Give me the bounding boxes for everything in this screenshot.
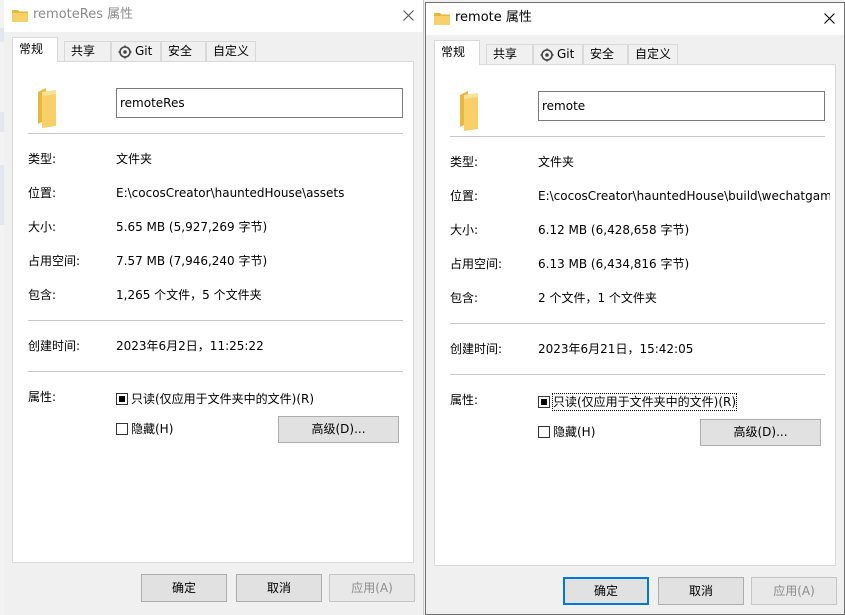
divider [450, 374, 825, 375]
disk-size-label: 占用空间: [450, 257, 503, 271]
tab-security[interactable]: 安全 [583, 44, 628, 65]
general-panel: remote 类型: 文件夹 位置: E:\cocosCreator\haunt… [434, 64, 836, 566]
window-title: remoteRes 属性 [33, 7, 134, 22]
created-value: 2023年6月2日，11:25:22 [116, 339, 264, 353]
git-icon [540, 48, 554, 61]
readonly-label: 只读(仅应用于文件夹中的文件)(R) [551, 393, 738, 411]
properties-window-remote: remote 属性 常规 共享 Git 安全 自定义 remote 类型: 文件… [425, 2, 845, 615]
divider [28, 133, 403, 134]
tab-general[interactable]: 常规 [434, 40, 480, 65]
readonly-checkbox[interactable]: 只读(仅应用于文件夹中的文件)(R) [538, 393, 738, 411]
location-label: 位置: [28, 186, 57, 200]
folder-icon [460, 91, 478, 131]
hidden-label: 隐藏(H) [131, 422, 174, 436]
divider [450, 136, 825, 137]
ok-button[interactable]: 确定 [141, 574, 227, 602]
tab-strip: 常规 共享 Git 安全 自定义 [12, 37, 414, 62]
title-bar[interactable]: remote 属性 [426, 3, 844, 35]
close-icon [823, 12, 835, 24]
folder-icon [12, 10, 28, 22]
type-value: 文件夹 [538, 155, 575, 169]
apply-button[interactable]: 应用(A) [329, 574, 415, 602]
general-panel: remoteRes 类型: 文件夹 位置: E:\cocosCreator\ha… [12, 61, 414, 563]
location-value: E:\cocosCreator\hauntedHouse\assets [116, 186, 345, 200]
checkbox-unchecked [116, 423, 128, 435]
tab-security[interactable]: 安全 [161, 41, 206, 62]
tab-git-label: Git [135, 44, 153, 58]
git-icon [118, 45, 132, 58]
checkbox-unchecked [538, 426, 550, 438]
disk-size-value: 6.13 MB (6,434,816 字节) [538, 257, 690, 271]
folder-name-input[interactable]: remoteRes [116, 88, 403, 118]
type-value: 文件夹 [116, 152, 153, 166]
size-value: 5.65 MB (5,927,269 字节) [116, 220, 268, 234]
created-value: 2023年6月21日，15:42:05 [538, 342, 694, 356]
close-icon [402, 9, 414, 21]
contains-label: 包含: [28, 288, 57, 302]
ok-button[interactable]: 确定 [563, 577, 649, 605]
location-value: E:\cocosCreator\hauntedHouse\build\wecha… [538, 189, 830, 203]
created-label: 创建时间: [450, 342, 503, 356]
attributes-label: 属性: [450, 393, 479, 407]
tab-git[interactable]: Git [111, 41, 161, 62]
readonly-label: 只读(仅应用于文件夹中的文件)(R) [131, 392, 315, 406]
tab-general[interactable]: 常规 [12, 37, 58, 62]
close-button[interactable] [393, 0, 423, 30]
title-bar[interactable]: remoteRes 属性 [4, 0, 423, 32]
tab-git[interactable]: Git [533, 44, 583, 65]
contains-label: 包含: [450, 291, 479, 305]
window-title: remote 属性 [455, 10, 532, 25]
hidden-checkbox[interactable]: 隐藏(H) [538, 424, 595, 440]
type-label: 类型: [28, 152, 57, 166]
divider [450, 323, 825, 324]
size-label: 大小: [450, 223, 479, 237]
tab-sharing[interactable]: 共享 [486, 44, 533, 65]
advanced-button[interactable]: 高级(D)... [278, 416, 399, 443]
close-button[interactable] [814, 3, 844, 33]
attributes-label: 属性: [28, 390, 57, 404]
apply-button[interactable]: 应用(A) [751, 577, 837, 605]
readonly-checkbox[interactable]: 只读(仅应用于文件夹中的文件)(R) [116, 391, 314, 407]
tab-customize[interactable]: 自定义 [628, 44, 678, 65]
divider [28, 371, 403, 372]
contains-value: 1,265 个文件，5 个文件夹 [116, 288, 262, 302]
created-label: 创建时间: [28, 339, 81, 353]
checkbox-indeterminate [538, 396, 550, 408]
divider [28, 320, 403, 321]
location-label: 位置: [450, 189, 479, 203]
tab-sharing[interactable]: 共享 [64, 41, 111, 62]
disk-size-value: 7.57 MB (7,946,240 字节) [116, 254, 268, 268]
folder-icon [38, 88, 56, 128]
disk-size-label: 占用空间: [28, 254, 81, 268]
advanced-button[interactable]: 高级(D)... [700, 419, 821, 446]
type-label: 类型: [450, 155, 479, 169]
hidden-label: 隐藏(H) [553, 425, 596, 439]
size-value: 6.12 MB (6,428,658 字节) [538, 223, 690, 237]
folder-icon [434, 13, 450, 25]
hidden-checkbox[interactable]: 隐藏(H) [116, 421, 173, 437]
properties-window-remoteres: remoteRes 属性 常规 共享 Git 安全 自定义 remoteRes … [4, 0, 424, 615]
checkbox-indeterminate [116, 393, 128, 405]
cancel-button[interactable]: 取消 [236, 574, 322, 602]
tab-strip: 常规 共享 Git 安全 自定义 [434, 40, 836, 65]
tab-git-label: Git [557, 47, 575, 61]
cancel-button[interactable]: 取消 [658, 577, 744, 605]
tab-customize[interactable]: 自定义 [206, 41, 256, 62]
size-label: 大小: [28, 220, 57, 234]
folder-name-input[interactable]: remote [538, 91, 825, 121]
contains-value: 2 个文件，1 个文件夹 [538, 291, 657, 305]
